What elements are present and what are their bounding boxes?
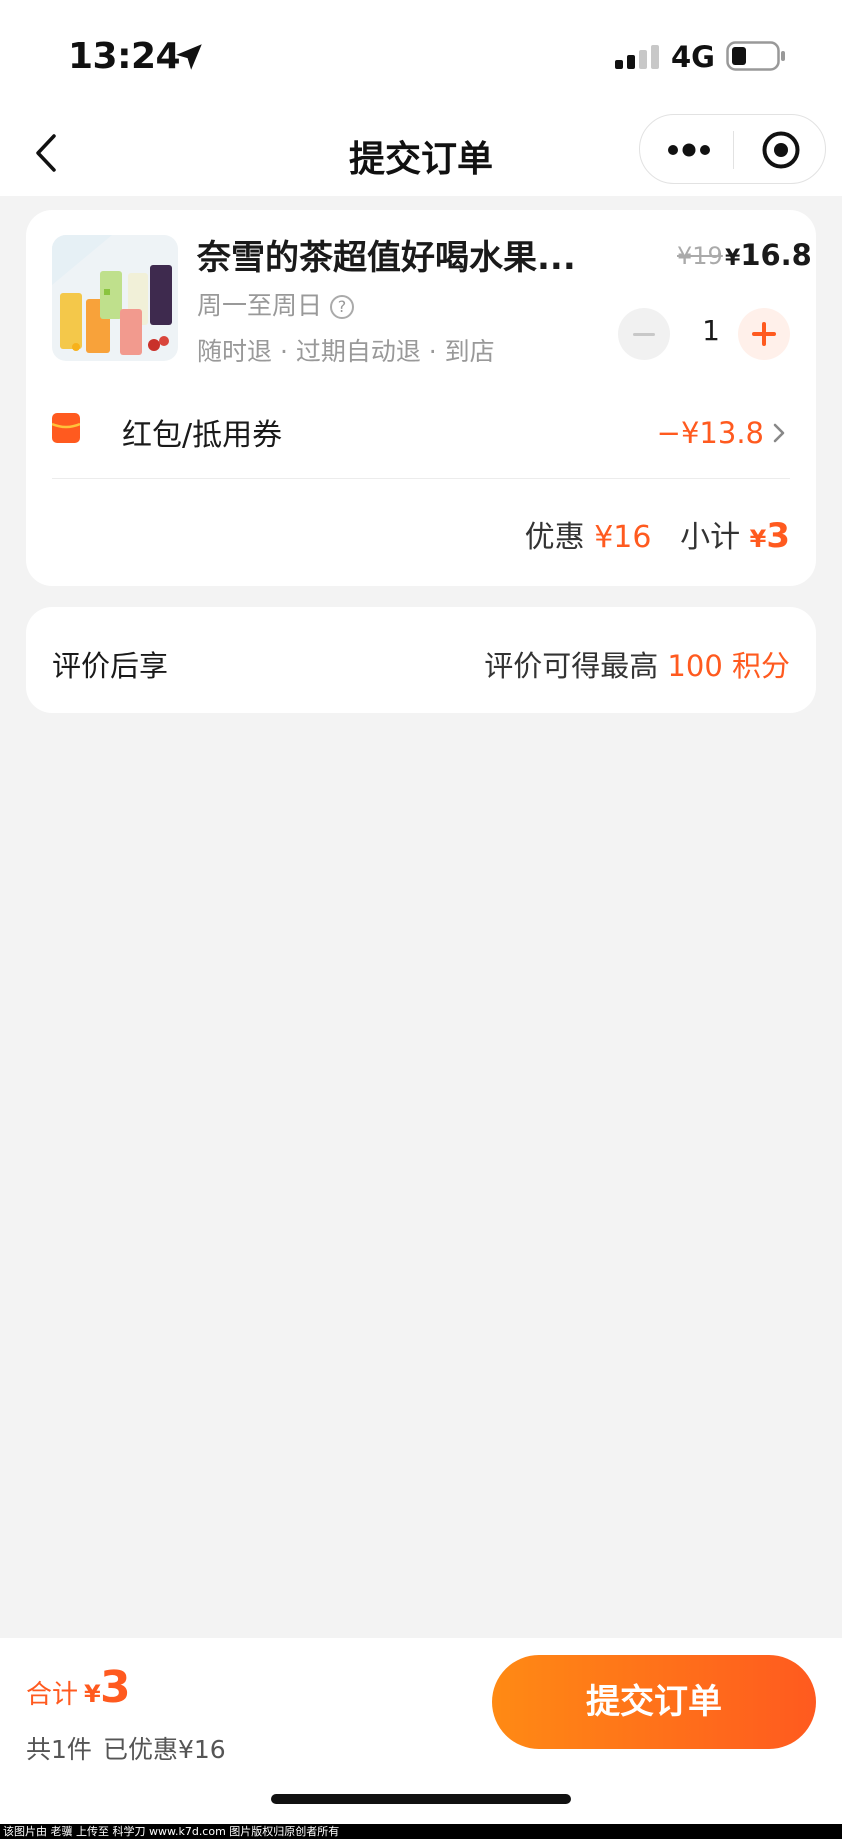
valid-days-text: 周一至周日 bbox=[197, 291, 323, 320]
coupon-icon bbox=[52, 413, 80, 443]
home-indicator[interactable] bbox=[271, 1794, 571, 1804]
price-currency: ¥ bbox=[725, 246, 741, 271]
decrease-quantity-button[interactable] bbox=[618, 308, 670, 360]
checkout-bar: 合计 ¥ 3 共1件 已优惠¥16 提交订单 bbox=[0, 1638, 842, 1839]
order-item-card: 奈雪的茶超值好喝水果... ¥19 ¥16.8 周一至周日? 随时退 · 过期自… bbox=[26, 210, 816, 586]
original-price: ¥19 bbox=[677, 242, 723, 270]
review-reward-card: 评价后享 评价可得最高 100 积分 bbox=[26, 607, 816, 713]
valid-days: 周一至周日? bbox=[197, 286, 355, 322]
saved-amount: 已优惠¥16 bbox=[103, 1735, 226, 1764]
subtotal-value: 3 bbox=[766, 516, 790, 556]
discount-label: 优惠 bbox=[524, 520, 585, 555]
capsule-divider bbox=[733, 131, 734, 169]
coupon-label: 红包/抵用券 bbox=[122, 418, 283, 453]
divider bbox=[52, 478, 790, 479]
review-points: 100 积分 bbox=[667, 649, 790, 683]
review-reward: 评价可得最高 100 积分 bbox=[484, 643, 790, 685]
review-label: 评价后享 bbox=[52, 649, 169, 683]
signal-icon bbox=[615, 45, 659, 69]
product-title[interactable]: 奈雪的茶超值好喝水果... bbox=[197, 230, 597, 279]
help-icon[interactable]: ? bbox=[330, 295, 355, 319]
current-price: ¥16.8 bbox=[725, 238, 812, 272]
increase-quantity-button[interactable] bbox=[738, 308, 790, 360]
discount-value: ¥16 bbox=[594, 520, 652, 555]
close-mini-program-icon[interactable] bbox=[761, 130, 801, 170]
status-time: 13:24 bbox=[68, 36, 181, 77]
network-type: 4G bbox=[671, 40, 715, 74]
coupon-value: −¥13.8 bbox=[656, 416, 764, 450]
battery-icon bbox=[726, 41, 785, 71]
total-value: 3 bbox=[100, 1662, 131, 1713]
status-bar: 13:24 4G bbox=[0, 0, 842, 110]
item-count: 共1件 bbox=[26, 1735, 92, 1764]
submit-order-button[interactable]: 提交订单 bbox=[492, 1655, 816, 1749]
subtotal-currency: ¥ bbox=[749, 525, 767, 553]
location-arrow-icon bbox=[176, 44, 202, 70]
watermark-footer: 该图片由 老骥 上传至 科学刀 www.k7d.com 图片版权归原创者所有 bbox=[0, 1824, 842, 1839]
more-icon[interactable] bbox=[666, 135, 712, 165]
subtotal-label: 小计 bbox=[680, 520, 741, 555]
total-currency: ¥ bbox=[84, 1680, 101, 1708]
coupon-row[interactable]: 红包/抵用券 −¥13.8 bbox=[52, 400, 790, 460]
review-text: 评价可得最高 bbox=[484, 649, 659, 683]
nav-bar: 提交订单 bbox=[0, 110, 842, 196]
chevron-right-icon bbox=[773, 423, 785, 443]
product-image bbox=[52, 235, 178, 361]
total-label: 合计 bbox=[26, 1680, 79, 1710]
refund-policy: 随时退 · 过期自动退 · 到店 bbox=[197, 337, 495, 366]
item-summary: 优惠 ¥16 小计 ¥3 bbox=[525, 512, 790, 556]
price-value: 16.8 bbox=[740, 238, 812, 272]
mini-program-capsule bbox=[639, 114, 826, 184]
